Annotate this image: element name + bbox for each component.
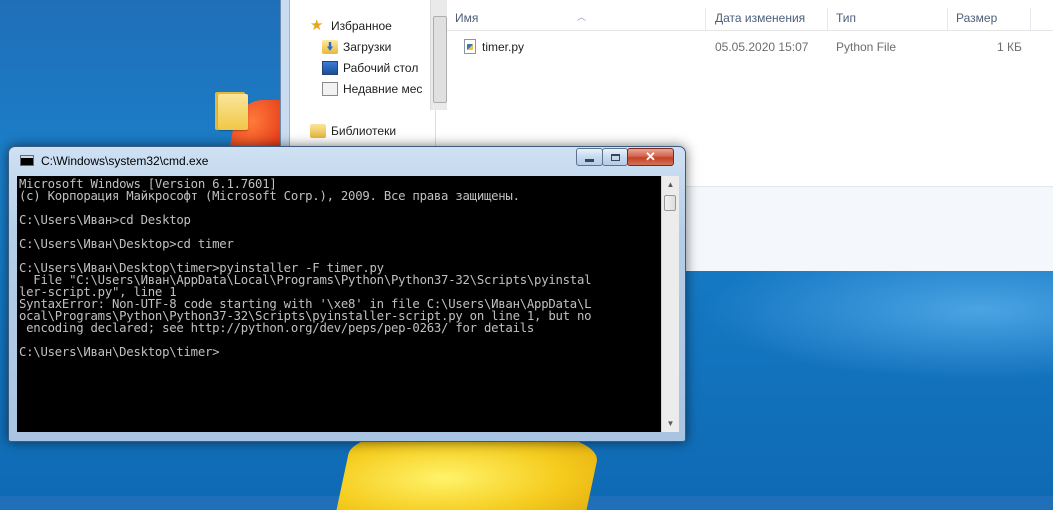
libraries-icon xyxy=(310,124,326,138)
column-header-size[interactable]: Размер xyxy=(956,11,997,25)
minimize-button[interactable] xyxy=(576,148,603,166)
file-name: timer.py xyxy=(482,40,525,54)
sort-up-icon: ︿ xyxy=(577,12,587,22)
cmd-icon[interactable] xyxy=(20,155,34,166)
cmd-window: C:\Windows\system32\cmd.exe ✕ Microsoft … xyxy=(8,146,686,442)
desktop-icon xyxy=(322,61,338,75)
nav-item-libraries[interactable]: Библиотеки xyxy=(310,121,396,141)
file-size: 1 КБ xyxy=(997,40,1022,54)
scrollbar-thumb[interactable] xyxy=(433,16,447,103)
window-title: C:\Windows\system32\cmd.exe xyxy=(41,154,209,168)
nav-item-downloads[interactable]: Загрузки xyxy=(322,37,391,57)
downloads-folder-icon xyxy=(322,40,338,54)
column-header-date[interactable]: Дата изменения xyxy=(715,11,805,25)
column-headers: Имя ︿ Дата изменения Тип Размер xyxy=(447,4,1053,31)
scroll-up-arrow-icon[interactable]: ▲ xyxy=(662,176,679,193)
recent-places-icon xyxy=(322,82,338,96)
scrollbar-thumb[interactable] xyxy=(664,195,676,211)
close-icon: ✕ xyxy=(645,149,656,164)
column-separator[interactable] xyxy=(705,8,706,30)
nav-item-desktop[interactable]: Рабочий стол xyxy=(322,58,418,78)
maximize-button[interactable] xyxy=(602,148,628,166)
nav-item-favorites[interactable]: ★ Избранное xyxy=(310,16,392,36)
star-icon: ★ xyxy=(310,17,324,34)
minimize-icon xyxy=(585,158,594,162)
file-date: 05.05.2020 15:07 xyxy=(715,40,809,54)
file-row[interactable]: timer.py 05.05.2020 15:07 Python File 1 … xyxy=(447,36,1053,58)
cmd-titlebar[interactable]: C:\Windows\system32\cmd.exe ✕ xyxy=(9,147,685,175)
nav-item-label: Избранное xyxy=(331,19,392,33)
close-button[interactable]: ✕ xyxy=(627,148,674,166)
nav-item-label: Библиотеки xyxy=(331,124,397,138)
column-separator[interactable] xyxy=(1030,8,1031,30)
nav-item-label: Недавние мес xyxy=(343,82,423,96)
maximize-icon xyxy=(610,153,620,161)
python-file-icon xyxy=(464,39,476,54)
nav-pane-scrollbar[interactable] xyxy=(430,0,448,110)
windows-logo-yellow-pane xyxy=(336,430,604,510)
column-header-name[interactable]: Имя xyxy=(455,11,478,25)
column-separator[interactable] xyxy=(947,8,948,30)
console-output: Microsoft Windows [Version 6.1.7601] (c)… xyxy=(19,177,592,359)
scroll-down-arrow-icon[interactable]: ▼ xyxy=(662,415,679,432)
nav-item-label: Загрузки xyxy=(343,40,392,54)
nav-item-label: Рабочий стол xyxy=(343,61,419,75)
file-type: Python File xyxy=(836,40,897,54)
nav-item-recent[interactable]: Недавние мес xyxy=(322,79,422,99)
console-area[interactable]: Microsoft Windows [Version 6.1.7601] (c)… xyxy=(17,176,661,432)
folder-icon[interactable] xyxy=(215,88,249,132)
column-header-type[interactable]: Тип xyxy=(836,11,856,25)
console-scrollbar[interactable]: ▲ ▼ xyxy=(661,176,679,432)
column-separator[interactable] xyxy=(827,8,828,30)
